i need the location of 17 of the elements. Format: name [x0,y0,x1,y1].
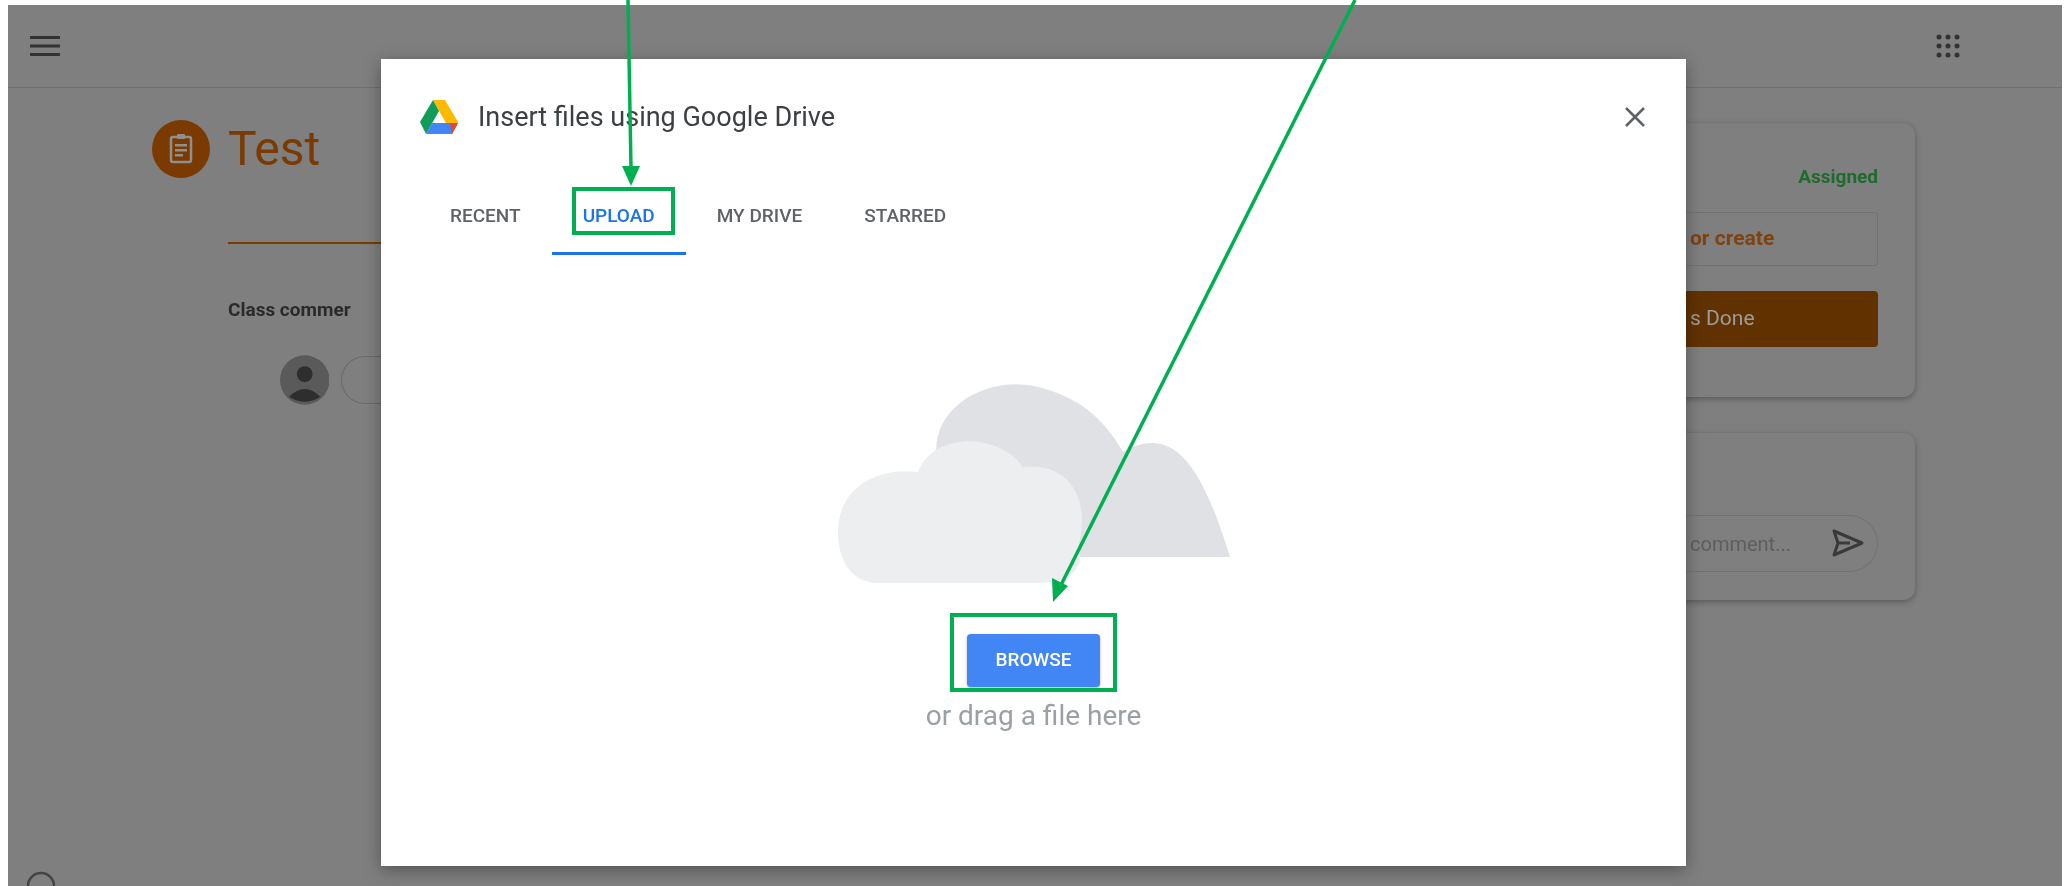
browse-button[interactable]: BROWSE [967,633,1100,687]
assignment-icon [152,120,210,178]
menu-icon[interactable] [30,35,60,57]
tab[interactable]: UPLOAD [551,183,686,255]
help-icon[interactable] [26,871,56,886]
class-comments-label: Class commer [228,297,352,323]
close-icon[interactable] [1624,106,1646,129]
tab[interactable]: MY DRIVE [685,183,834,255]
drag-hint: or drag a file here [925,697,1142,734]
tab[interactable]: STARRED [833,183,978,255]
drive-logo-icon [420,100,458,135]
tab[interactable]: RECENT [419,183,552,255]
send-icon[interactable] [1832,529,1864,557]
avatar-icon [280,354,330,405]
apps-grid-icon[interactable] [1936,34,1960,58]
status-label: Assigned [1797,164,1878,190]
assignment-title: Test [228,125,321,173]
